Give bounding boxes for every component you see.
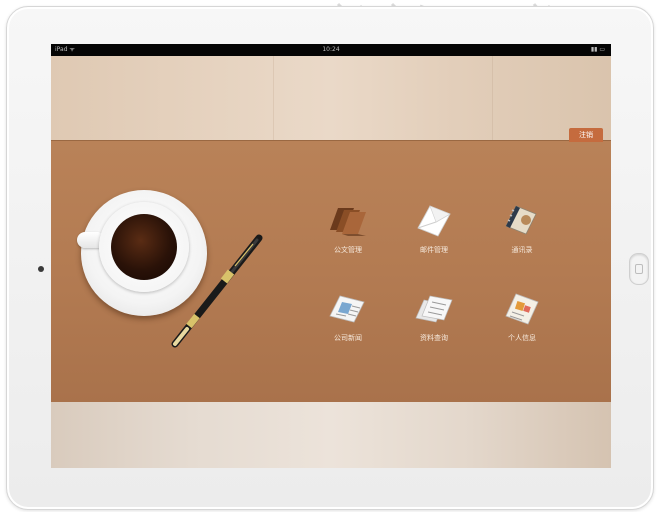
app-label: 通讯录 <box>511 246 533 254</box>
app-data-query[interactable]: 资料查询 <box>401 288 467 352</box>
front-camera <box>38 266 44 272</box>
app-personal-info[interactable]: 个人信息 <box>489 288 555 352</box>
personal-info-icon <box>505 293 539 325</box>
top-wood-panel <box>51 56 611 140</box>
address-book-icon <box>505 205 537 235</box>
folders-icon <box>330 208 366 236</box>
app-address-book[interactable]: 通讯录 <box>489 200 555 264</box>
battery-indicator: ▮▮ ▭ <box>590 46 605 53</box>
app-company-news[interactable]: 公司新闻 <box>315 288 381 352</box>
documents-icon <box>415 295 453 323</box>
bottom-wood-panel <box>51 402 611 468</box>
logout-tab[interactable]: 注销 <box>569 128 603 142</box>
coffee-graphic <box>111 214 177 280</box>
newspaper-icon <box>329 295 365 323</box>
app-label: 邮件管理 <box>420 246 448 254</box>
clock: 10:24 <box>322 46 340 53</box>
app-label: 公司新闻 <box>334 334 362 342</box>
app-label: 公文管理 <box>334 246 362 254</box>
fountain-pen-decoration <box>171 234 263 348</box>
status-bar: iPad ᯤ 10:24 ▮▮ ▭ <box>51 44 611 56</box>
app-screen: iPad ᯤ 10:24 ▮▮ ▭ 注销 公文管理 邮件管理 通讯录 公司新闻 … <box>51 44 611 468</box>
mail-envelope-icon <box>417 205 451 237</box>
app-official-documents[interactable]: 公文管理 <box>315 200 381 264</box>
app-mail-management[interactable]: 邮件管理 <box>401 200 467 264</box>
app-label: 个人信息 <box>508 334 536 342</box>
app-label: 资料查询 <box>420 334 448 342</box>
home-button[interactable] <box>629 253 649 285</box>
